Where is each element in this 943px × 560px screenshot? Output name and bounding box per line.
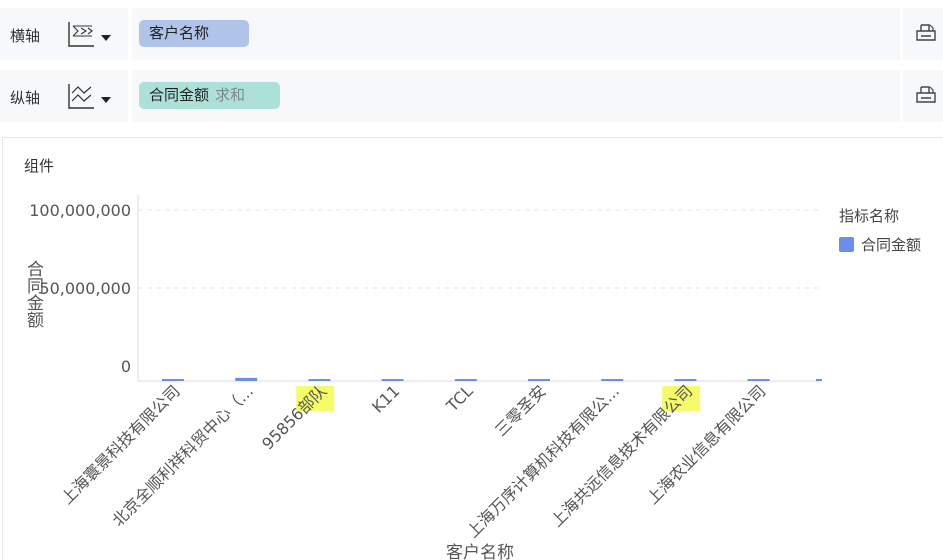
x-tick-label: 北京全顺利祥科贸中心（... bbox=[108, 381, 257, 530]
x-tick-label: 95856部队 bbox=[258, 381, 330, 453]
x-axis-title: 客户名称 bbox=[446, 543, 514, 560]
bar-chart: 0 50,000,000 100,000,000 合同金额上海寰景科技有限公司北京全顺… bbox=[23, 195, 822, 560]
bar bbox=[308, 379, 331, 381]
x-tick-label: TCL bbox=[442, 381, 477, 416]
bar bbox=[381, 379, 404, 381]
legend-title: 指标名称 bbox=[839, 207, 900, 225]
bar bbox=[454, 379, 477, 381]
x-tick-label: 上海万序计算机科技有限公... bbox=[463, 381, 623, 541]
bar bbox=[747, 379, 770, 381]
bar bbox=[674, 379, 697, 381]
bar bbox=[816, 379, 822, 381]
legend-swatch bbox=[839, 237, 854, 252]
x-tick-label: K11 bbox=[368, 381, 403, 416]
x-tick-label: 三零圣安 bbox=[491, 381, 550, 440]
bar bbox=[162, 379, 184, 381]
legend-label: 合同金额 bbox=[861, 236, 922, 254]
y-axis-title: 合同金额 bbox=[23, 260, 44, 328]
y-tick-label: 0 bbox=[121, 357, 131, 376]
x-tick-label: 上海共远信息技术有限公司 bbox=[547, 381, 696, 530]
bar bbox=[235, 377, 258, 381]
bar bbox=[528, 379, 550, 381]
x-tick-label: 上海寰景科技有限公司 bbox=[57, 381, 184, 508]
bar bbox=[601, 379, 624, 381]
y-tick-label: 50,000,000 bbox=[39, 279, 131, 298]
x-tick-label: 上海农业信息有限公司 bbox=[643, 381, 770, 508]
y-tick-label: 100,000,000 bbox=[29, 201, 131, 220]
